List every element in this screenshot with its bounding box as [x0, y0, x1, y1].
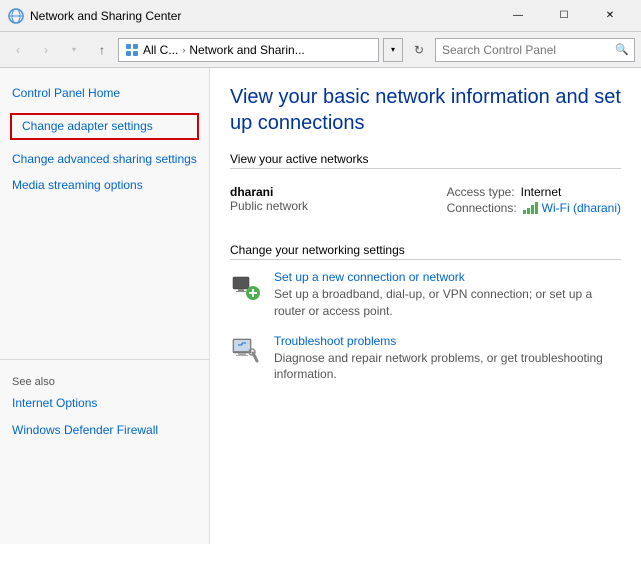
search-box[interactable]: 🔍	[435, 38, 635, 62]
titlebar: Network and Sharing Center — ☐ ✕	[0, 0, 641, 32]
troubleshoot-icon	[230, 334, 262, 366]
search-icon: 🔍	[610, 38, 634, 62]
minimize-button[interactable]: —	[495, 0, 541, 32]
access-row: Access type: Internet	[447, 185, 621, 199]
sidebar-item-internet[interactable]: Internet Options	[0, 390, 209, 417]
page-title: View your basic network information and …	[230, 84, 621, 136]
content-area: View your basic network information and …	[210, 68, 641, 544]
networking-settings-section: Change your networking settings	[230, 243, 621, 383]
setup-connection-desc: Set up a broadband, dial-up, or VPN conn…	[274, 287, 592, 318]
sidebar-see-also: See also	[0, 368, 209, 390]
troubleshoot-content: Troubleshoot problems Diagnose and repai…	[274, 334, 621, 384]
active-networks-heading: View your active networks	[230, 152, 621, 169]
sidebar-item-media[interactable]: Media streaming options	[0, 172, 209, 199]
window-controls: — ☐ ✕	[495, 0, 633, 32]
network-row: dharani Public network Access type: Inte…	[230, 179, 621, 223]
main-layout: Control Panel Home Change adapter settin…	[0, 68, 641, 544]
sidebar-item-home[interactable]: Control Panel Home	[0, 80, 209, 107]
wifi-signal-icon	[523, 202, 538, 214]
breadcrumb-current[interactable]: Network and Sharin...	[189, 43, 304, 57]
window-title: Network and Sharing Center	[30, 9, 495, 23]
troubleshoot-item: Troubleshoot problems Diagnose and repai…	[230, 334, 621, 384]
access-label: Access type:	[447, 185, 515, 199]
setup-connection-link[interactable]: Set up a new connection or network	[274, 270, 621, 284]
sidebar-item-advanced[interactable]: Change advanced sharing settings	[0, 146, 209, 173]
close-button[interactable]: ✕	[587, 0, 633, 32]
troubleshoot-desc: Diagnose and repair network problems, or…	[274, 351, 603, 382]
setup-connection-icon	[230, 270, 262, 302]
breadcrumb-allc[interactable]: All C...	[143, 43, 178, 57]
sidebar-item-adapter[interactable]: Change adapter settings	[10, 113, 199, 140]
address-path[interactable]: All C... › Network and Sharin...	[118, 38, 379, 62]
addressbar: ‹ › ▾ ↑ All C... › Network and Sharin...…	[0, 32, 641, 68]
network-type: Public network	[230, 199, 308, 213]
sidebar: Control Panel Home Change adapter settin…	[0, 68, 210, 544]
breadcrumb-arrow1: ›	[182, 45, 185, 55]
address-dropdown[interactable]: ▾	[383, 38, 403, 62]
search-input[interactable]	[436, 43, 610, 57]
troubleshoot-link[interactable]: Troubleshoot problems	[274, 334, 621, 348]
connections-label: Connections:	[447, 201, 517, 215]
network-info-left: dharani Public network	[230, 185, 308, 213]
network-name: dharani	[230, 185, 308, 199]
network-info-right: Access type: Internet Connections:	[447, 185, 621, 217]
active-networks-section: View your active networks dharani Public…	[230, 152, 621, 223]
forward-button[interactable]: ›	[34, 38, 58, 62]
recent-locations-button[interactable]: ▾	[62, 38, 86, 62]
connections-row: Connections: Wi-Fi (dharani)	[447, 201, 621, 215]
breadcrumb-icon	[125, 43, 139, 57]
access-value: Internet	[521, 185, 562, 199]
sidebar-item-firewall[interactable]: Windows Defender Firewall	[0, 417, 209, 444]
networking-settings-heading: Change your networking settings	[230, 243, 621, 260]
up-button[interactable]: ↑	[90, 38, 114, 62]
refresh-button[interactable]: ↻	[407, 38, 431, 62]
setup-connection-content: Set up a new connection or network Set u…	[274, 270, 621, 320]
maximize-button[interactable]: ☐	[541, 0, 587, 32]
sidebar-divider	[0, 359, 209, 360]
wifi-link[interactable]: Wi-Fi (dharani)	[542, 201, 621, 215]
app-icon	[8, 8, 24, 24]
back-button[interactable]: ‹	[6, 38, 30, 62]
setup-connection-item: Set up a new connection or network Set u…	[230, 270, 621, 320]
